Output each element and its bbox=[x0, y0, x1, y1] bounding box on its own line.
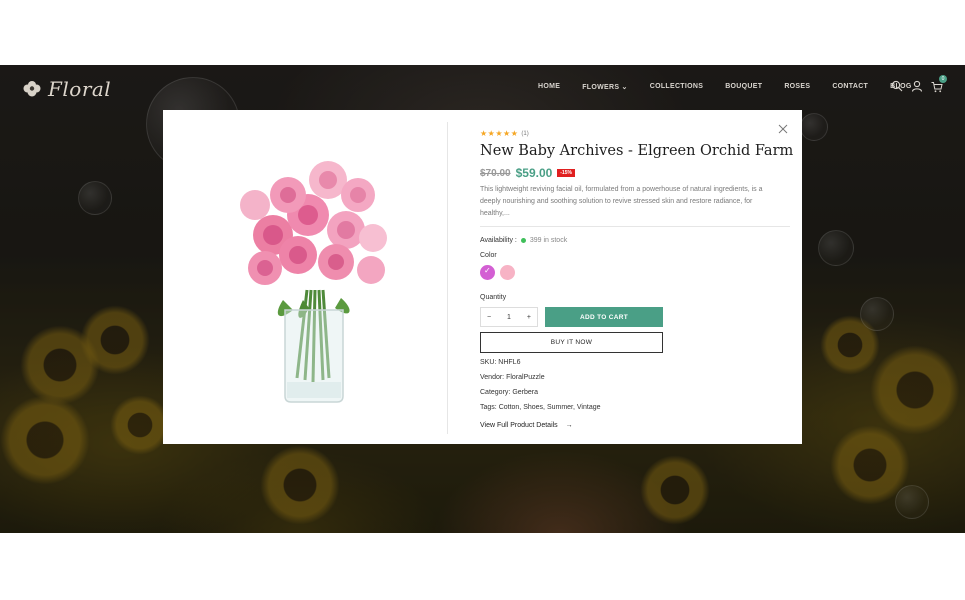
rating-count: (1) bbox=[521, 130, 529, 137]
vendor-label: Vendor: bbox=[480, 374, 505, 381]
chevron-down-icon: ⌄ bbox=[619, 84, 628, 91]
buy-now-button[interactable]: BUY IT NOW bbox=[480, 332, 663, 353]
quantity-input[interactable]: 1 bbox=[507, 314, 511, 321]
view-full-details-label: View Full Product Details bbox=[480, 422, 558, 429]
vendor-row: Vendor: FloralPuzzle bbox=[480, 374, 545, 381]
product-title: New Baby Archives - Elgreen Orchid Farm bbox=[480, 143, 794, 159]
tags-label: Tags: bbox=[480, 404, 497, 411]
menu-item-roses[interactable]: ROSES bbox=[784, 83, 810, 91]
section-divider bbox=[480, 226, 790, 227]
product-image bbox=[240, 161, 387, 403]
add-to-cart-button[interactable]: ADD TO CART bbox=[545, 307, 663, 327]
sku-row: SKU: NHFL6 bbox=[480, 359, 520, 366]
menu-item-collections[interactable]: COLLECTIONS bbox=[650, 83, 703, 91]
color-swatch-pink[interactable] bbox=[500, 265, 515, 280]
color-swatch-purple[interactable] bbox=[480, 265, 495, 280]
category-label: Category: bbox=[480, 389, 511, 396]
old-price: $70.00 bbox=[480, 167, 511, 179]
availability-label: Availability : bbox=[480, 237, 517, 244]
quantity-increase-button[interactable]: + bbox=[527, 314, 531, 321]
search-icon[interactable] bbox=[891, 80, 903, 92]
arrow-right-icon: → bbox=[565, 422, 573, 429]
header-icons: 0 bbox=[891, 75, 947, 93]
top-navigation: Floral HOME FLOWERS ⌄ COLLECTIONS BOUQUE… bbox=[0, 65, 965, 110]
quick-view-modal: ★★★★★ (1) New Baby Archives - Elgreen Or… bbox=[163, 110, 802, 444]
star-rating-icon: ★★★★★ bbox=[480, 129, 519, 138]
in-stock-dot-icon bbox=[520, 238, 526, 243]
menu-item-contact[interactable]: CONTACT bbox=[832, 83, 868, 91]
availability-value: 399 in stock bbox=[529, 237, 568, 244]
quantity-stepper: − 1 + bbox=[480, 307, 538, 327]
menu-item-flowers[interactable]: FLOWERS ⌄ bbox=[582, 83, 628, 91]
main-menu: HOME FLOWERS ⌄ COLLECTIONS BOUQUET ROSES… bbox=[538, 83, 934, 91]
menu-item-bouquet[interactable]: BOUQUET bbox=[725, 83, 762, 91]
color-swatches bbox=[480, 265, 515, 280]
category-value[interactable]: Gerbera bbox=[512, 389, 538, 396]
discount-badge: -15% bbox=[557, 169, 575, 177]
menu-item-home[interactable]: HOME bbox=[538, 83, 560, 91]
price-row: $70.00 $59.00 -15% bbox=[480, 166, 575, 180]
logo-text: Floral bbox=[48, 77, 112, 101]
sku-value: NHFL6 bbox=[498, 359, 521, 366]
menu-item-flowers-label: FLOWERS bbox=[582, 84, 620, 91]
tags-value[interactable]: Cotton, Shoes, Summer, Vintage bbox=[499, 404, 601, 411]
availability: Availability : 399 in stock bbox=[480, 237, 567, 244]
modal-divider bbox=[447, 122, 448, 434]
sku-label: SKU: bbox=[480, 359, 497, 366]
vendor-value[interactable]: FloralPuzzle bbox=[506, 374, 545, 381]
view-full-details-link[interactable]: View Full Product Details → bbox=[480, 422, 573, 429]
logo[interactable]: Floral bbox=[22, 77, 111, 101]
user-icon[interactable] bbox=[911, 80, 923, 92]
quantity-decrease-button[interactable]: − bbox=[487, 314, 491, 321]
product-rating[interactable]: ★★★★★ (1) bbox=[480, 129, 529, 138]
cart-button[interactable]: 0 bbox=[931, 75, 947, 93]
quantity-label: Quantity bbox=[480, 294, 507, 301]
cart-count-badge: 0 bbox=[939, 75, 947, 83]
close-icon[interactable] bbox=[778, 124, 788, 134]
flower-logo-icon bbox=[23, 81, 41, 97]
product-description: This lightweight reviving facial oil, fo… bbox=[480, 186, 763, 217]
category-row: Category: Gerbera bbox=[480, 389, 538, 396]
color-label: Color bbox=[480, 252, 497, 259]
tags-row: Tags: Cotton, Shoes, Summer, Vintage bbox=[480, 404, 601, 411]
sale-price: $59.00 bbox=[515, 166, 553, 180]
